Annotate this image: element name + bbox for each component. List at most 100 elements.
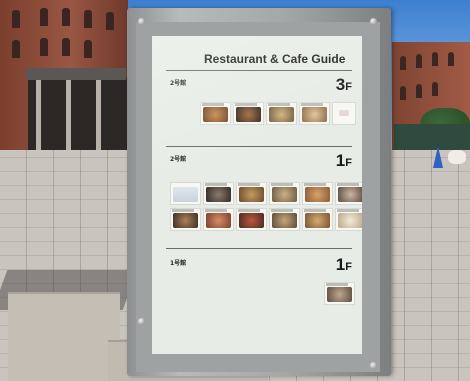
divider — [166, 146, 352, 147]
arcade — [28, 78, 128, 153]
card-caption — [304, 209, 326, 212]
food-photo — [272, 213, 297, 228]
window — [106, 12, 114, 30]
restaurant-card — [236, 182, 267, 205]
card-caption — [301, 103, 323, 106]
dog — [448, 150, 466, 164]
window — [416, 84, 422, 98]
food-photo — [272, 187, 297, 202]
food-photo — [327, 287, 352, 302]
pillar — [96, 80, 101, 153]
stone-step — [8, 292, 120, 381]
window — [40, 38, 48, 56]
brick-building-left — [0, 0, 128, 160]
restaurant-card — [236, 208, 267, 231]
restaurant-card — [203, 182, 234, 205]
pillar — [36, 80, 41, 153]
food-photo — [173, 213, 198, 228]
building-label: 1号館 — [170, 260, 187, 267]
window — [62, 38, 70, 56]
card-caption — [235, 103, 257, 106]
restaurant-card — [335, 208, 362, 231]
floor-unit: F — [345, 81, 352, 93]
bolt — [138, 318, 145, 325]
restaurant-card — [335, 182, 362, 205]
food-photo — [338, 187, 362, 202]
window — [12, 40, 20, 58]
window — [432, 82, 438, 96]
bolt — [370, 362, 377, 369]
building-label: 2号館 — [170, 80, 187, 87]
guide-panel: Restaurant & Cafe Guide 2号館 3F 2号館 1F 1号… — [152, 36, 362, 354]
card-caption — [238, 183, 260, 186]
card-caption — [271, 183, 293, 186]
traffic-cone — [433, 146, 443, 168]
bolt — [370, 18, 377, 25]
window — [400, 56, 406, 70]
food-photo — [239, 187, 264, 202]
restaurant-card — [233, 102, 264, 125]
restaurant-card — [332, 102, 356, 125]
food-photo — [302, 107, 327, 122]
restaurant-thumbs-row — [324, 282, 355, 305]
restaurant-card — [203, 208, 234, 231]
card-caption — [337, 183, 359, 186]
card-caption — [205, 209, 227, 212]
restaurant-thumbs-row — [170, 182, 362, 205]
photo-scene: Restaurant & Cafe Guide 2号館 3F 2号館 1F 1号… — [0, 0, 470, 381]
card-caption — [172, 209, 194, 212]
food-photo — [173, 187, 198, 202]
window — [40, 8, 48, 26]
divider — [166, 70, 352, 71]
floor-digit: 3 — [335, 75, 346, 94]
card-caption — [271, 209, 293, 212]
card-caption — [304, 183, 326, 186]
restaurant-card — [302, 182, 333, 205]
restaurant-card — [324, 282, 355, 305]
window — [448, 52, 454, 66]
food-photo — [305, 213, 330, 228]
floor-digit: 1 — [335, 255, 346, 274]
window — [84, 40, 92, 58]
floor-number: 3F — [336, 76, 352, 96]
floor-number: 1F — [336, 152, 352, 172]
restaurant-card — [269, 182, 300, 205]
card-caption — [268, 103, 290, 106]
guide-title: Restaurant & Cafe Guide — [204, 52, 346, 66]
restaurant-card — [269, 208, 300, 231]
food-photo — [239, 213, 264, 228]
floor-unit: F — [345, 261, 352, 273]
window — [416, 54, 422, 68]
awning — [26, 68, 126, 80]
window — [84, 10, 92, 28]
restaurant-card — [170, 182, 201, 205]
logo-mark — [339, 110, 349, 116]
card-caption — [205, 183, 227, 186]
building-label: 2号館 — [170, 156, 187, 163]
window — [400, 86, 406, 100]
floor-unit: F — [345, 157, 352, 169]
window — [432, 52, 438, 66]
floor-number: 1F — [336, 256, 352, 276]
food-photo — [206, 187, 231, 202]
restaurant-thumbs-row — [170, 208, 362, 231]
restaurant-card — [170, 208, 201, 231]
food-photo — [203, 107, 228, 122]
restaurant-card — [200, 102, 231, 125]
restaurant-card — [266, 102, 297, 125]
window — [12, 10, 20, 28]
card-caption — [238, 209, 260, 212]
card-caption — [337, 209, 359, 212]
floor-digit: 1 — [335, 151, 346, 170]
restaurant-card — [302, 208, 333, 231]
pillar — [66, 80, 71, 153]
food-photo — [338, 213, 362, 228]
restaurant-card — [299, 102, 330, 125]
food-photo — [236, 107, 261, 122]
food-photo — [269, 107, 294, 122]
bolt — [138, 18, 145, 25]
card-caption — [326, 283, 348, 286]
divider — [166, 248, 352, 249]
card-caption — [202, 103, 224, 106]
food-photo — [206, 213, 231, 228]
